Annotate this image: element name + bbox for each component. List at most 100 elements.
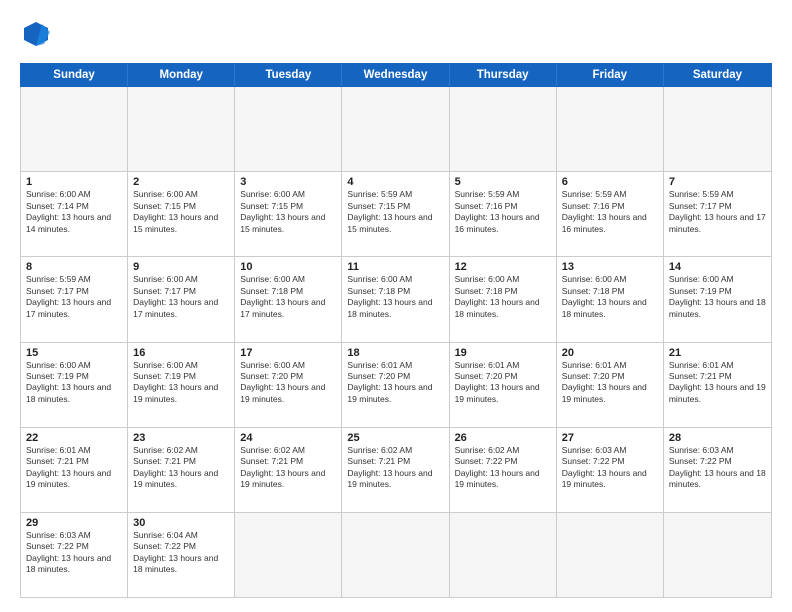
day-number: 7 [669,176,766,188]
header-cell-thursday: Thursday [450,64,557,86]
calendar-cell: 16Sunrise: 6:00 AM Sunset: 7:19 PM Dayli… [128,343,235,427]
calendar-cell: 6Sunrise: 5:59 AM Sunset: 7:16 PM Daylig… [557,172,664,256]
logo [20,18,56,55]
day-number: 26 [455,432,551,444]
calendar-cell: 26Sunrise: 6:02 AM Sunset: 7:22 PM Dayli… [450,428,557,512]
cell-info: Sunrise: 6:00 AM Sunset: 7:19 PM Dayligh… [133,360,229,406]
calendar-cell [450,513,557,597]
calendar-cell [450,87,557,171]
calendar-cell [21,87,128,171]
cell-info: Sunrise: 6:00 AM Sunset: 7:19 PM Dayligh… [26,360,122,406]
cell-info: Sunrise: 6:00 AM Sunset: 7:17 PM Dayligh… [133,274,229,320]
day-number: 10 [240,261,336,273]
calendar-row-3: 15Sunrise: 6:00 AM Sunset: 7:19 PM Dayli… [21,343,771,428]
cell-info: Sunrise: 6:00 AM Sunset: 7:18 PM Dayligh… [562,274,658,320]
day-number: 6 [562,176,658,188]
cell-info: Sunrise: 6:02 AM Sunset: 7:21 PM Dayligh… [133,445,229,491]
day-number: 9 [133,261,229,273]
cell-info: Sunrise: 6:02 AM Sunset: 7:21 PM Dayligh… [240,445,336,491]
calendar-cell: 22Sunrise: 6:01 AM Sunset: 7:21 PM Dayli… [21,428,128,512]
calendar-row-1: 1Sunrise: 6:00 AM Sunset: 7:14 PM Daylig… [21,172,771,257]
cell-info: Sunrise: 6:03 AM Sunset: 7:22 PM Dayligh… [669,445,766,491]
calendar-body: 1Sunrise: 6:00 AM Sunset: 7:14 PM Daylig… [20,87,772,598]
cell-info: Sunrise: 6:00 AM Sunset: 7:19 PM Dayligh… [669,274,766,320]
day-number: 5 [455,176,551,188]
calendar-cell: 10Sunrise: 6:00 AM Sunset: 7:18 PM Dayli… [235,257,342,341]
header-cell-tuesday: Tuesday [235,64,342,86]
day-number: 24 [240,432,336,444]
day-number: 2 [133,176,229,188]
calendar-cell: 8Sunrise: 5:59 AM Sunset: 7:17 PM Daylig… [21,257,128,341]
cell-info: Sunrise: 6:00 AM Sunset: 7:18 PM Dayligh… [347,274,443,320]
cell-info: Sunrise: 6:02 AM Sunset: 7:21 PM Dayligh… [347,445,443,491]
cell-info: Sunrise: 6:01 AM Sunset: 7:20 PM Dayligh… [455,360,551,406]
day-number: 11 [347,261,443,273]
day-number: 30 [133,517,229,529]
calendar-cell: 21Sunrise: 6:01 AM Sunset: 7:21 PM Dayli… [664,343,771,427]
cell-info: Sunrise: 6:02 AM Sunset: 7:22 PM Dayligh… [455,445,551,491]
cell-info: Sunrise: 5:59 AM Sunset: 7:17 PM Dayligh… [26,274,122,320]
calendar-cell: 23Sunrise: 6:02 AM Sunset: 7:21 PM Dayli… [128,428,235,512]
day-number: 18 [347,347,443,359]
day-number: 3 [240,176,336,188]
calendar-cell [664,513,771,597]
cell-info: Sunrise: 6:00 AM Sunset: 7:14 PM Dayligh… [26,189,122,235]
calendar-cell: 4Sunrise: 5:59 AM Sunset: 7:15 PM Daylig… [342,172,449,256]
header-cell-saturday: Saturday [664,64,771,86]
calendar-cell: 9Sunrise: 6:00 AM Sunset: 7:17 PM Daylig… [128,257,235,341]
cell-info: Sunrise: 6:04 AM Sunset: 7:22 PM Dayligh… [133,530,229,576]
day-number: 4 [347,176,443,188]
calendar-cell [664,87,771,171]
day-number: 29 [26,517,122,529]
day-number: 14 [669,261,766,273]
calendar-cell: 11Sunrise: 6:00 AM Sunset: 7:18 PM Dayli… [342,257,449,341]
calendar-cell: 15Sunrise: 6:00 AM Sunset: 7:19 PM Dayli… [21,343,128,427]
calendar-page: SundayMondayTuesdayWednesdayThursdayFrid… [0,0,792,612]
calendar-cell: 14Sunrise: 6:00 AM Sunset: 7:19 PM Dayli… [664,257,771,341]
cell-info: Sunrise: 6:01 AM Sunset: 7:20 PM Dayligh… [347,360,443,406]
calendar-row-0 [21,87,771,172]
day-number: 15 [26,347,122,359]
cell-info: Sunrise: 6:03 AM Sunset: 7:22 PM Dayligh… [26,530,122,576]
cell-info: Sunrise: 5:59 AM Sunset: 7:16 PM Dayligh… [455,189,551,235]
calendar-cell [557,513,664,597]
calendar: SundayMondayTuesdayWednesdayThursdayFrid… [20,63,772,598]
header-cell-monday: Monday [128,64,235,86]
cell-info: Sunrise: 5:59 AM Sunset: 7:17 PM Dayligh… [669,189,766,235]
cell-info: Sunrise: 6:00 AM Sunset: 7:15 PM Dayligh… [240,189,336,235]
calendar-cell: 12Sunrise: 6:00 AM Sunset: 7:18 PM Dayli… [450,257,557,341]
calendar-cell [128,87,235,171]
header-cell-sunday: Sunday [21,64,128,86]
header-cell-friday: Friday [557,64,664,86]
cell-info: Sunrise: 5:59 AM Sunset: 7:16 PM Dayligh… [562,189,658,235]
calendar-cell: 29Sunrise: 6:03 AM Sunset: 7:22 PM Dayli… [21,513,128,597]
calendar-cell [235,513,342,597]
calendar-cell: 27Sunrise: 6:03 AM Sunset: 7:22 PM Dayli… [557,428,664,512]
calendar-cell: 28Sunrise: 6:03 AM Sunset: 7:22 PM Dayli… [664,428,771,512]
calendar-cell [557,87,664,171]
cell-info: Sunrise: 6:00 AM Sunset: 7:20 PM Dayligh… [240,360,336,406]
day-number: 16 [133,347,229,359]
calendar-row-5: 29Sunrise: 6:03 AM Sunset: 7:22 PM Dayli… [21,513,771,597]
day-number: 1 [26,176,122,188]
calendar-cell [235,87,342,171]
day-number: 12 [455,261,551,273]
calendar-cell: 3Sunrise: 6:00 AM Sunset: 7:15 PM Daylig… [235,172,342,256]
calendar-cell [342,513,449,597]
calendar-cell: 30Sunrise: 6:04 AM Sunset: 7:22 PM Dayli… [128,513,235,597]
calendar-cell: 18Sunrise: 6:01 AM Sunset: 7:20 PM Dayli… [342,343,449,427]
calendar-cell: 19Sunrise: 6:01 AM Sunset: 7:20 PM Dayli… [450,343,557,427]
day-number: 27 [562,432,658,444]
cell-info: Sunrise: 6:00 AM Sunset: 7:18 PM Dayligh… [240,274,336,320]
calendar-cell: 1Sunrise: 6:00 AM Sunset: 7:14 PM Daylig… [21,172,128,256]
day-number: 23 [133,432,229,444]
cell-info: Sunrise: 6:01 AM Sunset: 7:21 PM Dayligh… [669,360,766,406]
day-number: 21 [669,347,766,359]
day-number: 8 [26,261,122,273]
day-number: 20 [562,347,658,359]
calendar-cell: 2Sunrise: 6:00 AM Sunset: 7:15 PM Daylig… [128,172,235,256]
day-number: 28 [669,432,766,444]
day-number: 19 [455,347,551,359]
calendar-cell: 17Sunrise: 6:00 AM Sunset: 7:20 PM Dayli… [235,343,342,427]
header-cell-wednesday: Wednesday [342,64,449,86]
